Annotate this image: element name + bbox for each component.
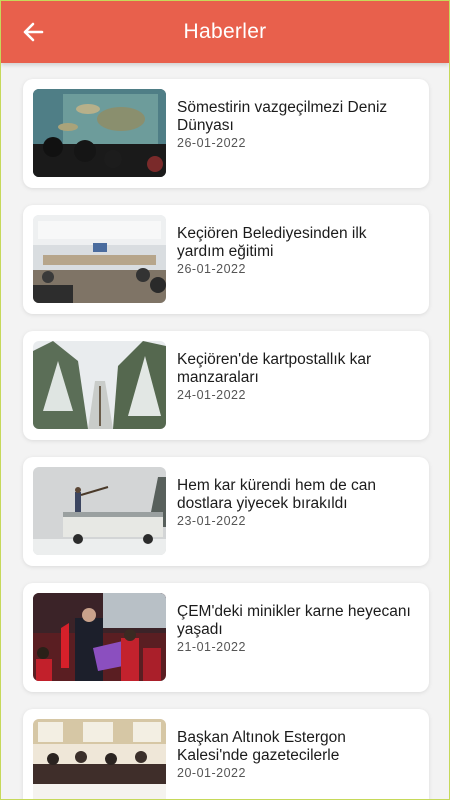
app-bar: Haberler [1,1,449,63]
snow-truck-photo [33,467,166,555]
news-card[interactable]: Keçiören'de kartpostallık kar manzaralar… [23,331,429,440]
news-date: 23-01-2022 [177,514,246,528]
news-date: 26-01-2022 [177,136,246,150]
news-card[interactable]: Başkan Altınok Estergon Kalesi'nde gazet… [23,709,429,799]
press-meeting-photo [33,719,166,799]
report-card-ceremony-photo [33,593,166,681]
page-title: Haberler [183,20,267,43]
meeting-room-photo [33,215,166,303]
news-title: ÇEM'deki minikler karne heyecanı yaşadı [177,603,411,638]
news-title: Hem kar kürendi hem de can dostlara yiye… [177,477,377,512]
news-text: Keçiören Belediyesinden ilk yardım eğiti… [177,225,417,276]
news-list: Sömestirin vazgeçilmezi Deniz Dünyası 26… [23,79,429,799]
news-text: Hem kar kürendi hem de can dostlara yiye… [177,477,417,528]
news-card[interactable]: Keçiören Belediyesinden ilk yardım eğiti… [23,205,429,314]
back-button[interactable] [19,18,47,46]
news-title: Keçiören'de kartpostallık kar manzaralar… [177,351,372,386]
news-date: 20-01-2022 [177,766,246,780]
news-thumbnail [33,341,166,429]
news-thumbnail [33,593,166,681]
news-thumbnail [33,215,166,303]
news-text: ÇEM'deki minikler karne heyecanı yaşadı … [177,603,417,654]
news-thumbnail [33,89,166,177]
news-card[interactable]: Hem kar kürendi hem de can dostlara yiye… [23,457,429,566]
news-card[interactable]: Sömestirin vazgeçilmezi Deniz Dünyası 26… [23,79,429,188]
aquarium-photo [33,89,166,177]
news-card[interactable]: ÇEM'deki minikler karne heyecanı yaşadı … [23,583,429,692]
news-title: Sömestirin vazgeçilmezi Deniz Dünyası [177,99,388,134]
news-date: 26-01-2022 [177,262,246,276]
news-text: Başkan Altınok Estergon Kalesi'nde gazet… [177,729,417,780]
arrow-left-icon [23,22,44,42]
news-text: Sömestirin vazgeçilmezi Deniz Dünyası 26… [177,99,417,150]
snowy-forest-photo [33,341,166,429]
news-title: Başkan Altınok Estergon Kalesi'nde gazet… [177,729,346,764]
app-screen: Haberler Sömestirin vazgeçilmezi Deniz D… [0,0,450,800]
news-date: 21-01-2022 [177,640,246,654]
news-title: Keçiören Belediyesinden ilk yardım eğiti… [177,225,367,260]
news-thumbnail [33,467,166,555]
news-thumbnail [33,719,166,799]
news-text: Keçiören'de kartpostallık kar manzaralar… [177,351,417,402]
news-date: 24-01-2022 [177,388,246,402]
